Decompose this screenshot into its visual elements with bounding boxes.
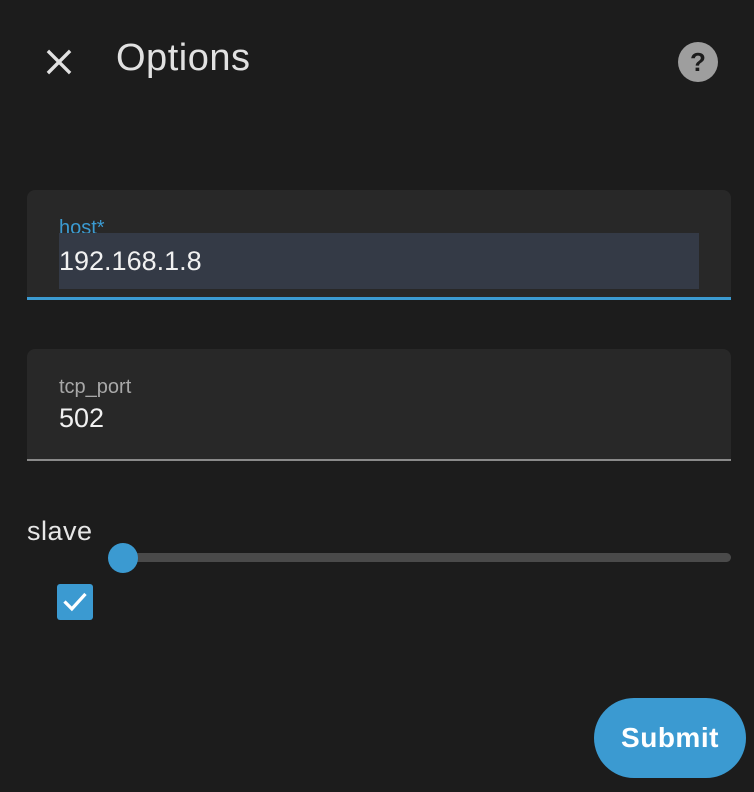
close-icon bbox=[46, 49, 72, 75]
check-icon bbox=[63, 592, 87, 612]
tcp-port-label: tcp_port bbox=[59, 376, 132, 398]
slave-checkbox[interactable] bbox=[57, 584, 93, 620]
help-circle-icon: ? bbox=[678, 42, 718, 82]
slave-slider-track[interactable] bbox=[123, 553, 731, 562]
svg-text:?: ? bbox=[690, 47, 706, 77]
submit-button[interactable]: Submit bbox=[594, 698, 746, 778]
close-button[interactable] bbox=[36, 39, 82, 85]
tcp-port-input[interactable]: 502 bbox=[59, 402, 104, 434]
host-input[interactable]: 192.168.1.8 bbox=[59, 233, 699, 289]
host-field[interactable]: host* 192.168.1.8 bbox=[27, 190, 731, 300]
slave-slider-thumb[interactable] bbox=[108, 543, 138, 573]
dialog-title: Options bbox=[116, 37, 251, 79]
tcp-port-field[interactable]: tcp_port 502 bbox=[27, 349, 731, 461]
slave-label: slave bbox=[27, 516, 93, 546]
options-dialog: Options ? host* 192.168.1.8 tcp_port 502… bbox=[0, 0, 754, 792]
help-button[interactable]: ? bbox=[676, 40, 720, 84]
